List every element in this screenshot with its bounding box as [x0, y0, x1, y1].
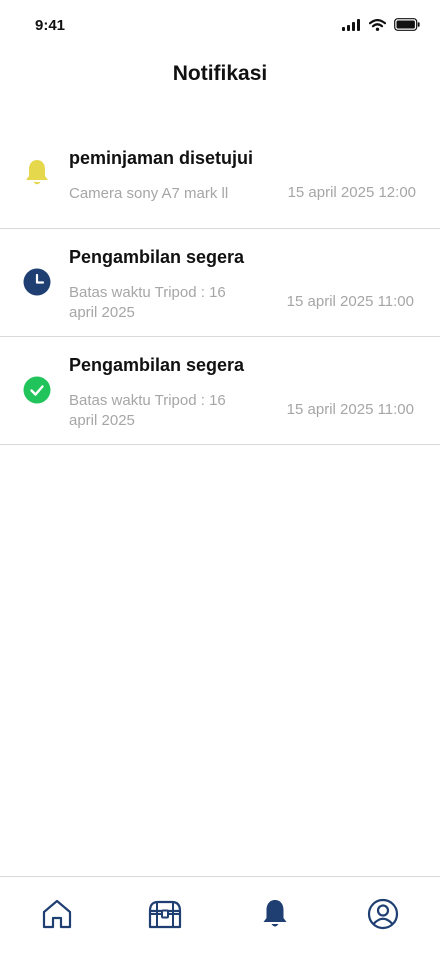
status-icons — [342, 18, 420, 36]
notification-time: 15 april 2025 11:00 — [286, 401, 414, 418]
notification-item[interactable]: peminjaman disetujui Camera sony A7 mark… — [0, 122, 440, 229]
notification-item[interactable]: Pengambilan segera Batas waktu Tripod : … — [0, 337, 440, 445]
nav-profile[interactable] — [366, 898, 400, 935]
notification-item[interactable]: Pengambilan segera Batas waktu Tripod : … — [0, 229, 440, 337]
notification-title: peminjaman disetujui — [69, 148, 254, 168]
status-time: 9:41 — [35, 17, 66, 34]
notification-title: Pengambilan segera — [69, 247, 245, 267]
bell-icon — [260, 898, 290, 935]
notification-time: 15 april 2025 12:00 — [287, 184, 416, 201]
notification-time: 15 april 2025 11:00 — [286, 293, 414, 310]
check-circle-icon — [22, 375, 52, 405]
clock-icon — [22, 267, 52, 297]
notification-description: Batas waktu Tripod : 16 april 2025 — [69, 284, 226, 321]
profile-icon — [367, 898, 399, 935]
bottom-navigation — [0, 876, 440, 958]
battery-icon — [394, 18, 420, 36]
bell-icon — [22, 158, 52, 188]
signal-icon — [342, 18, 361, 36]
notification-title: Pengambilan segera — [69, 355, 245, 375]
nav-items[interactable] — [148, 899, 182, 933]
notification-description: Batas waktu Tripod : 16 april 2025 — [69, 392, 226, 429]
page-title: Notifikasi — [172, 62, 268, 85]
notification-list: peminjaman disetujui Camera sony A7 mark… — [0, 122, 440, 445]
nav-notifications[interactable] — [258, 899, 292, 933]
home-icon — [41, 898, 73, 935]
status-bar: 9:41 — [0, 0, 440, 50]
chest-icon — [148, 899, 182, 934]
wifi-icon — [368, 18, 387, 36]
nav-home[interactable] — [40, 899, 74, 933]
notification-description: Camera sony A7 mark ll — [69, 185, 229, 202]
